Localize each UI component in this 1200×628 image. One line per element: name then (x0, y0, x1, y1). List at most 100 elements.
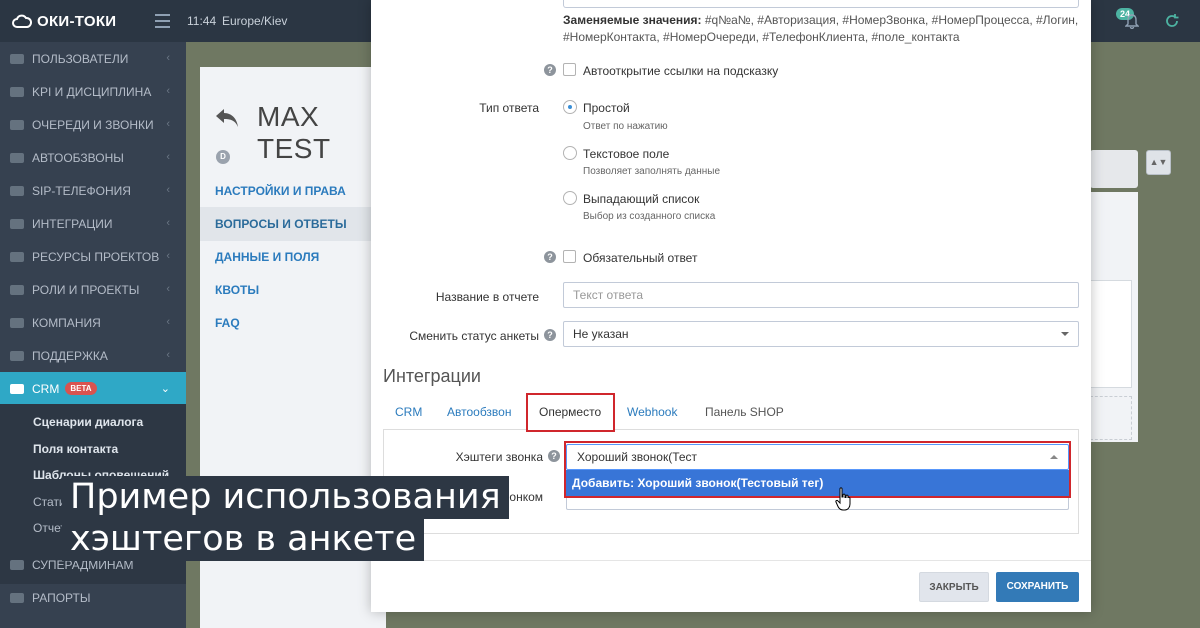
required-label: Обязательный ответ (583, 251, 698, 265)
list-icon (10, 119, 24, 130)
change-status-value: Не указан (573, 327, 629, 341)
brand-name: ОКИ-ТОКИ (37, 12, 117, 30)
radio-text-field[interactable] (563, 146, 577, 160)
sidebar-item-crm[interactable]: CRM BETA ⌄ (0, 372, 186, 405)
sidebar-item-label: КОМПАНИЯ (32, 315, 101, 330)
chevron-left-icon: ‹ (166, 184, 170, 196)
submenu-item-reports[interactable]: Отчет (33, 521, 66, 535)
sidebar-item-support[interactable]: ПОДДЕРЖКА ‹ (0, 339, 186, 372)
change-status-select[interactable]: Не указан (563, 321, 1079, 347)
submenu-item-contact-fields[interactable]: Поля контакта (33, 442, 118, 456)
change-status-label: Сменить статус анкеты (409, 329, 539, 343)
hashtags-label: Хэштеги звонка (455, 450, 543, 464)
user-icon (10, 53, 24, 64)
autoopen-label: Автооткрытие ссылки на подсказку (583, 64, 779, 78)
integrations-title: Интеграции (383, 366, 481, 386)
chevron-left-icon: ‹ (166, 349, 170, 361)
phone-icon (10, 185, 24, 196)
sidebar-item-company[interactable]: КОМПАНИЯ ‹ (0, 306, 186, 339)
grid-icon (10, 251, 24, 262)
clock: 11:44 (187, 14, 217, 28)
cloud-logo-icon (12, 14, 32, 28)
help-icon[interactable]: ? (548, 450, 560, 462)
question-modal: Заменяемые значения: #q№а№, #Авторизация… (371, 0, 1091, 612)
sidebar-item-label: ПОЛЬЗОВАТЕЛИ (32, 51, 129, 66)
bell-icon[interactable] (1125, 14, 1139, 29)
radio-dropdown[interactable] (563, 191, 577, 205)
chevron-down-icon: ⌄ (160, 383, 170, 395)
check-icon (10, 86, 24, 97)
link-settings[interactable]: НАСТРОЙКИ И ПРАВА (215, 184, 346, 198)
wrench-icon (10, 350, 24, 361)
timezone: Europe/Kiev (222, 14, 288, 28)
help-icon[interactable]: ? (544, 64, 556, 76)
chevron-left-icon: ‹ (166, 217, 170, 229)
radio-simple-hint: Ответ по нажатию (583, 121, 668, 132)
crm-icon (10, 383, 24, 394)
highlight-frame (564, 441, 1071, 498)
sidebar-item-roles[interactable]: РОЛИ И ПРОЕКТЫ ‹ (0, 273, 186, 306)
sidebar-item-resources[interactable]: РЕСУРСЫ ПРОЕКТОВ ‹ (0, 240, 186, 273)
help-icon[interactable]: ? (544, 251, 556, 263)
sidebar-item-reports[interactable]: РАПОРТЫ (0, 581, 186, 614)
link-field[interactable] (563, 0, 1079, 8)
sidebar-item-label: РАПОРТЫ (32, 590, 91, 605)
sort-icon[interactable]: ▲▼ (1146, 150, 1171, 175)
save-button[interactable]: СОХРАНИТЬ (996, 572, 1079, 602)
menu-toggle-icon[interactable] (155, 14, 170, 28)
submenu-item-scenarios[interactable]: Сценарии диалога (33, 415, 143, 429)
highlight-frame (526, 393, 615, 432)
brand-logo[interactable]: ОКИ-ТОКИ (12, 10, 116, 32)
chevron-left-icon: ‹ (166, 151, 170, 163)
close-button[interactable]: ЗАКРЫТЬ (919, 572, 989, 602)
sidebar-item-label: АВТООБЗВОНЫ (32, 150, 124, 165)
radio-simple-label: Простой (583, 101, 630, 115)
chevron-left-icon: ‹ (166, 250, 170, 262)
help-icon[interactable]: ? (544, 329, 556, 341)
radio-dropdown-hint: Выбор из созданного списка (583, 211, 716, 222)
sidebar-item-label: РОЛИ И ПРОЕКТЫ (32, 282, 140, 297)
chevron-left-icon: ‹ (166, 316, 170, 328)
sidebar-item-label: ИНТЕГРАЦИИ (32, 216, 113, 231)
refresh-icon[interactable] (1164, 13, 1180, 29)
sidebar-item-sip[interactable]: SIP-ТЕЛЕФОНИЯ ‹ (0, 174, 186, 207)
radio-simple[interactable] (563, 100, 577, 114)
right-panel-header (1090, 150, 1138, 188)
link-questions[interactable]: ВОПРОСЫ И ОТВЕТЫ (200, 207, 386, 241)
sidebar-item-autodial[interactable]: АВТООБЗВОНЫ ‹ (0, 141, 186, 174)
tab-autodial[interactable]: Автообзвон (447, 405, 511, 419)
caption-line-2: хэштегов в анкете (62, 518, 425, 561)
sidebar-item-label: SIP-ТЕЛЕФОНИЯ (32, 183, 131, 198)
sidebar-item-kpi[interactable]: KPI И ДИСЦИПЛИНА ‹ (0, 75, 186, 108)
sidebar-item-label: KPI И ДИСЦИПЛИНА (32, 84, 152, 99)
sidebar-item-label: CRM (32, 381, 60, 396)
report-name-input[interactable]: Текст ответа (563, 282, 1079, 308)
sidebar-item-queues[interactable]: ОЧЕРЕДИ И ЗВОНКИ ‹ (0, 108, 186, 141)
sidebar-item-users[interactable]: ПОЛЬЗОВАТЕЛИ ‹ (0, 42, 186, 75)
back-arrow-icon[interactable] (214, 107, 240, 129)
submenu-item-stats[interactable]: Стати (33, 495, 66, 509)
replace-values-label: Заменяемые значения: (563, 13, 702, 27)
clock-icon (10, 152, 24, 163)
tab-shop-panel[interactable]: Панель SHOP (705, 405, 784, 419)
radio-text-field-hint: Позволяет заполнять данные (583, 166, 721, 177)
autoopen-checkbox[interactable] (563, 63, 576, 76)
caret-down-icon (1061, 332, 1069, 336)
tab-webhook[interactable]: Webhook (627, 405, 677, 419)
page-title: MAX TEST (257, 101, 331, 164)
exclamation-icon (10, 559, 24, 570)
link-data-fields[interactable]: ДАННЫЕ И ПОЛЯ (215, 250, 319, 264)
chevron-left-icon: ‹ (166, 118, 170, 130)
tab-crm[interactable]: CRM (395, 405, 422, 419)
required-checkbox[interactable] (563, 250, 576, 263)
radio-text-field-label: Текстовое поле (583, 147, 670, 161)
hidden-input[interactable] (566, 496, 1069, 510)
report-name-label: Название в отчете (435, 290, 539, 304)
link-faq[interactable]: FAQ (215, 316, 240, 330)
caption-line-1: Пример использования (62, 476, 509, 519)
sidebar-item-integrations[interactable]: ИНТЕГРАЦИИ ‹ (0, 207, 186, 240)
sidebar-item-label: РЕСУРСЫ ПРОЕКТОВ (32, 249, 160, 264)
chevron-left-icon: ‹ (166, 85, 170, 97)
link-quotas[interactable]: КВОТЫ (215, 283, 259, 297)
right-panel-dropzone (1090, 396, 1132, 440)
